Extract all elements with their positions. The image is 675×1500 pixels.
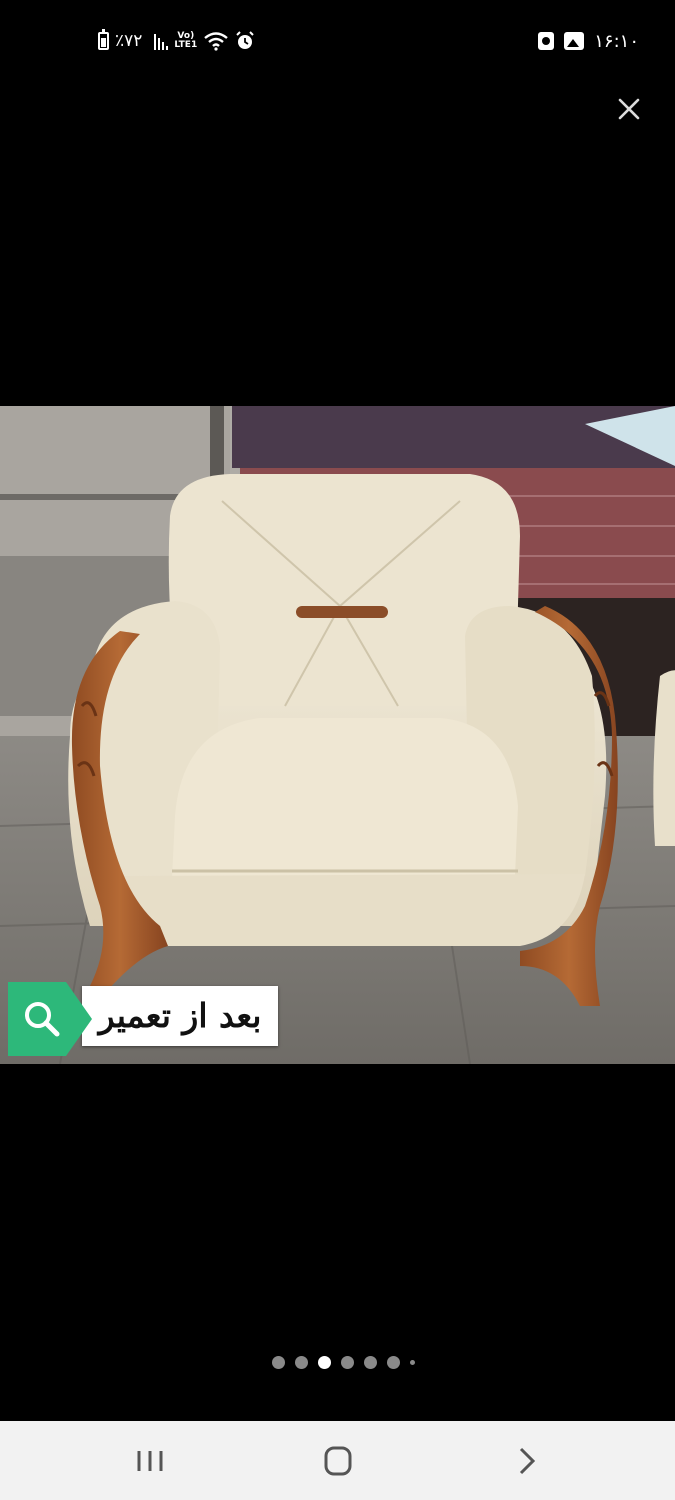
page-dot[interactable] [272,1355,285,1369]
page-dot-active[interactable] [318,1355,331,1369]
caption-overlay: بعد از تعمیر [8,982,278,1056]
page-dot[interactable] [364,1355,377,1369]
close-icon [618,98,640,120]
signal-icon [154,32,169,50]
recent-apps-icon [137,1451,163,1471]
status-bar-left: ٪۷۲ Vo) LTE1 [98,28,255,54]
page-dot[interactable] [387,1355,400,1369]
status-time: ۱۶:۱۰ [594,30,639,52]
page-indicator [0,1353,675,1371]
page-dot[interactable] [341,1355,354,1369]
recent-apps-button[interactable] [130,1443,170,1479]
sofa-photo[interactable] [0,406,675,1064]
page-dot[interactable] [295,1355,308,1369]
caption-text: بعد از تعمیر [82,986,278,1046]
screen-record-icon [538,32,555,50]
armchair-image [0,406,675,1064]
volte-bottom-label: LTE1 [174,40,198,50]
status-bar-right: ۱۶:۱۰ [538,28,639,54]
home-button[interactable] [318,1443,358,1479]
battery-percentage: ٪۷۲ [115,31,143,51]
caption-search-badge [8,982,92,1056]
navigation-bar [0,1421,675,1500]
page-dot[interactable] [410,1359,415,1365]
status-bar: ٪۷۲ Vo) LTE1 ۱۶:۱۰ [0,0,675,80]
back-icon [519,1447,536,1475]
search-icon [8,982,92,1056]
alarm-icon [236,31,254,49]
volte-icon: Vo) LTE1 [174,32,197,50]
gallery-icon [564,32,585,50]
close-button[interactable] [612,92,646,126]
battery-icon [98,29,109,50]
home-icon [324,1446,352,1476]
back-button[interactable] [508,1443,548,1479]
wifi-icon [204,32,228,51]
